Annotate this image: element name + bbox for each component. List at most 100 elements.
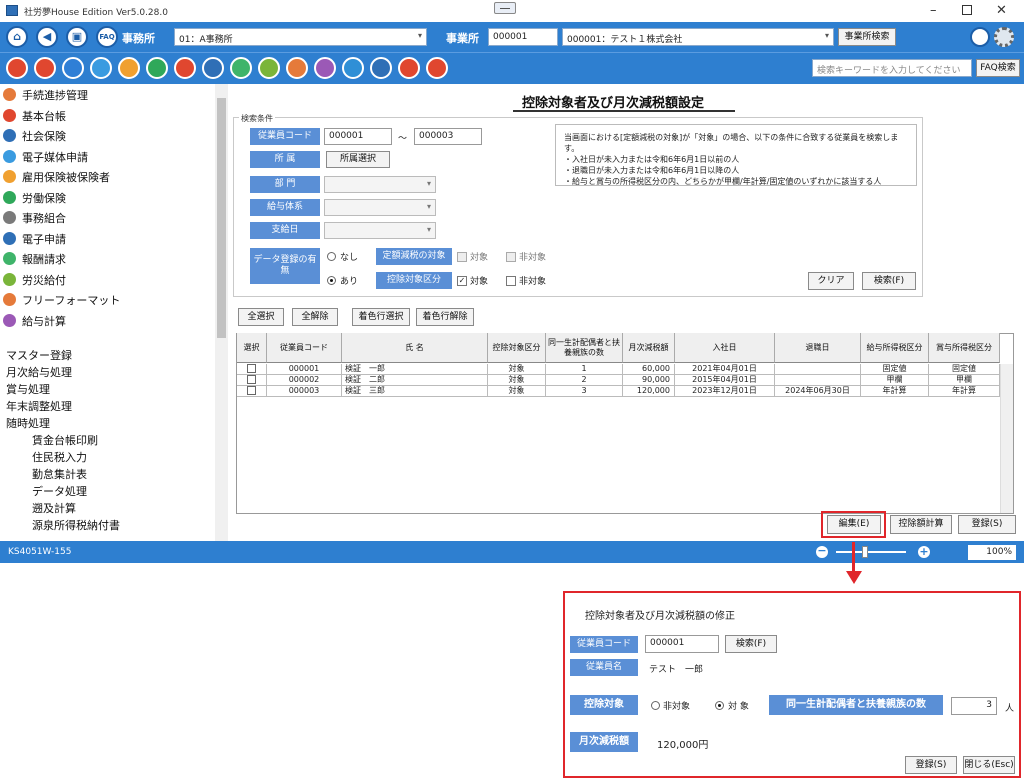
business-search-button[interactable]: 事業所検索 <box>838 28 896 46</box>
sidebar-item[interactable]: 社会保険 <box>0 125 215 145</box>
maximize-icon[interactable] <box>962 5 972 15</box>
sidebar-item[interactable]: 事務組合 <box>0 207 215 227</box>
deduct-yes-checkbox[interactable]: ✓ <box>457 276 467 286</box>
dialog-emp-code-input[interactable]: 000001 <box>645 635 719 653</box>
table-header[interactable]: 選択 <box>237 333 267 363</box>
tool-icon[interactable] <box>230 57 252 79</box>
office-select[interactable]: 01：A事務所 ▾ <box>174 28 427 46</box>
select-all-button[interactable]: 全選択 <box>238 308 284 326</box>
table-scrollbar[interactable] <box>1000 364 1013 513</box>
radio-exists[interactable] <box>327 276 336 285</box>
tool-icon[interactable] <box>342 57 364 79</box>
menu-icon[interactable]: ▣ <box>66 26 88 48</box>
home-icon[interactable]: ⌂ <box>6 26 28 48</box>
tool-icon[interactable] <box>398 57 420 79</box>
table-header[interactable]: 退職日 <box>775 333 861 363</box>
keyword-search-input[interactable]: 検索キーワードを入力してください <box>812 59 972 77</box>
table-header[interactable]: 賞与所得税区分 <box>929 333 1000 363</box>
sidebar-subitem[interactable]: 月次給与処理 <box>6 364 72 380</box>
dialog-register-button[interactable]: 登録(S) <box>905 756 957 774</box>
row-select-checkbox[interactable] <box>247 375 256 384</box>
sidebar-subitem[interactable]: 源泉所得税納付書 <box>32 517 120 533</box>
sidebar-subitem[interactable]: 賞与処理 <box>6 381 50 397</box>
sidebar-subitem[interactable]: マスター登録 <box>6 347 72 363</box>
dialog-dependents-input[interactable]: 3 <box>951 697 997 715</box>
sidebar-item[interactable]: 労働保険 <box>0 187 215 207</box>
zoom-slider-thumb[interactable] <box>862 546 869 558</box>
tool-icon[interactable] <box>62 57 84 79</box>
sidebar-subitem[interactable]: データ処理 <box>32 483 87 499</box>
deduction-calc-button[interactable]: 控除額計算 <box>890 515 952 534</box>
row-select-checkbox[interactable] <box>247 364 256 373</box>
employee-code-from-input[interactable]: 000001 <box>324 128 392 145</box>
search-button[interactable]: 検索(F) <box>862 272 916 290</box>
ribbon-toggle-icon[interactable] <box>494 2 516 14</box>
navigator-icon[interactable] <box>970 27 990 47</box>
color-row-select-button[interactable]: 着色行選択 <box>352 308 410 326</box>
tool-icon[interactable] <box>90 57 112 79</box>
sidebar-item[interactable]: フリーフォーマット <box>0 289 215 309</box>
business-code-input[interactable]: 000001 <box>488 28 558 46</box>
zoom-in-icon[interactable]: + <box>918 546 930 558</box>
gear-icon[interactable] <box>994 27 1014 47</box>
table-header[interactable]: 入社日 <box>675 333 775 363</box>
table-header[interactable]: 同一生計配偶者と扶養親族の数 <box>546 333 623 363</box>
dialog-radio-yes[interactable] <box>715 701 724 710</box>
tool-icon[interactable] <box>314 57 336 79</box>
edit-button[interactable]: 編集(E) <box>827 515 881 534</box>
sidebar-subitem[interactable]: 年末調整処理 <box>6 398 72 414</box>
clear-button[interactable]: クリア <box>808 272 854 290</box>
sidebar-subitem[interactable]: 随時処理 <box>6 415 50 431</box>
department-select[interactable]: ▾ <box>324 176 436 193</box>
sidebar-item[interactable]: 電子媒体申請 <box>0 146 215 166</box>
tool-icon[interactable] <box>258 57 280 79</box>
tool-icon[interactable] <box>118 57 140 79</box>
sidebar-item[interactable]: 給与計算 <box>0 310 215 330</box>
sidebar-item[interactable]: 雇用保険被保険者 <box>0 166 215 186</box>
tool-icon[interactable] <box>146 57 168 79</box>
deduct-no-checkbox[interactable] <box>506 276 516 286</box>
pay-system-select[interactable]: ▾ <box>324 199 436 216</box>
table-header[interactable]: 控除対象区分 <box>488 333 546 363</box>
color-row-clear-button[interactable]: 着色行解除 <box>416 308 474 326</box>
tool-icon[interactable] <box>370 57 392 79</box>
table-header[interactable]: 従業員コード <box>267 333 342 363</box>
sidebar-subitem[interactable]: 勤怠集計表 <box>32 466 87 482</box>
dialog-close-button[interactable]: 閉じる(Esc) <box>963 756 1015 774</box>
deselect-all-button[interactable]: 全解除 <box>292 308 338 326</box>
tool-icon[interactable] <box>174 57 196 79</box>
tool-icon[interactable] <box>6 57 28 79</box>
zoom-slider[interactable] <box>836 551 906 553</box>
row-select-checkbox[interactable] <box>247 386 256 395</box>
register-button[interactable]: 登録(S) <box>958 515 1016 534</box>
tool-icon[interactable] <box>202 57 224 79</box>
tax-target-yes-checkbox[interactable] <box>457 252 467 262</box>
sidebar-item[interactable]: 報酬請求 <box>0 248 215 268</box>
back-icon[interactable]: ◀ <box>36 26 58 48</box>
dialog-search-button[interactable]: 検索(F) <box>725 635 777 653</box>
tax-target-no-checkbox[interactable] <box>506 252 516 262</box>
sidebar-item[interactable]: 労災給付 <box>0 269 215 289</box>
sidebar-item[interactable]: 手続進捗管理 <box>0 84 215 104</box>
sidebar-item[interactable]: 電子申請 <box>0 228 215 248</box>
table-header[interactable]: 給与所得税区分 <box>861 333 929 363</box>
sidebar-item[interactable]: 基本台帳 <box>0 105 215 125</box>
table-header[interactable]: 氏 名 <box>342 333 488 363</box>
faq-icon[interactable]: FAQ <box>96 26 118 48</box>
radio-none[interactable] <box>327 252 336 261</box>
table-header[interactable]: 月次減税額 <box>623 333 675 363</box>
employee-code-to-input[interactable]: 000003 <box>414 128 482 145</box>
dialog-radio-no[interactable] <box>651 701 660 710</box>
business-select[interactable]: 000001：テスト１株式会社 ▾ <box>562 28 834 46</box>
sidebar-subitem[interactable]: 賃金台帳印刷 <box>32 432 98 448</box>
faq-search-button[interactable]: FAQ検索 <box>976 59 1020 77</box>
sidebar-scrollbar[interactable] <box>215 84 228 541</box>
tool-icon[interactable] <box>286 57 308 79</box>
sidebar-subitem[interactable]: 遡及計算 <box>32 500 76 516</box>
close-icon[interactable]: ✕ <box>996 3 1007 18</box>
tool-icon[interactable] <box>34 57 56 79</box>
affiliation-select-button[interactable]: 所属選択 <box>326 151 390 168</box>
zoom-out-icon[interactable]: − <box>816 545 828 558</box>
pay-day-select[interactable]: ▾ <box>324 222 436 239</box>
sidebar-subitem[interactable]: 住民税入力 <box>32 449 87 465</box>
